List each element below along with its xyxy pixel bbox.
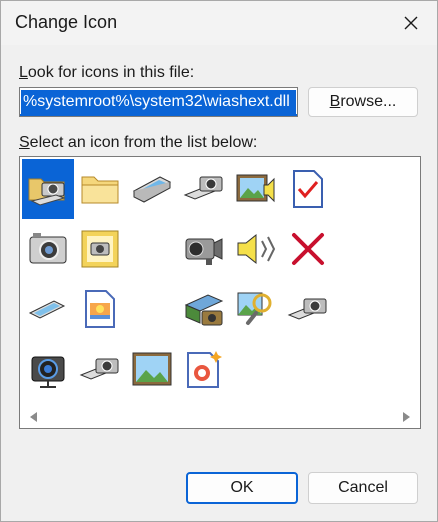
scroll-left-arrow-icon[interactable] [30, 412, 37, 422]
icon-cell[interactable] [74, 219, 126, 279]
close-button[interactable] [393, 7, 429, 39]
picture-speaker-icon [236, 174, 275, 203]
look-for-icons-label: Look for icons in this file: [19, 64, 195, 81]
camcorder-icon [31, 356, 65, 388]
select-icon-label: Select an icon from the list below: [19, 134, 258, 151]
camera-scanner-alt-icon [79, 358, 119, 380]
icon-cell[interactable] [178, 159, 230, 219]
icon-cell[interactable] [230, 219, 282, 279]
icon-cell[interactable] [22, 219, 74, 279]
dialog-title: Change Icon [15, 12, 118, 32]
icon-cell[interactable] [230, 159, 282, 219]
landscape-picture-icon [132, 352, 172, 386]
horizontal-scrollbar[interactable] [20, 406, 420, 428]
scroll-right-arrow-icon[interactable] [403, 412, 410, 422]
icon-cell[interactable] [178, 219, 230, 279]
folder-icon [81, 176, 119, 204]
camera-scanner-small-icon [287, 298, 327, 320]
icon-cell[interactable] [74, 339, 126, 399]
icon-file-path-input[interactable]: %systemroot%\system32\wiashext.dll [19, 87, 298, 117]
photo-search-icon [237, 292, 272, 325]
icon-cell[interactable] [22, 279, 74, 339]
icon-cell[interactable] [74, 159, 126, 219]
ok-button[interactable]: OK [186, 472, 298, 504]
icon-cell[interactable] [178, 339, 230, 399]
icon-grid [22, 159, 334, 399]
speaker-icon [237, 233, 276, 265]
icon-cell[interactable] [22, 339, 74, 399]
icon-cell[interactable] [178, 279, 230, 339]
scanner-icon [132, 176, 172, 203]
scanner-small-icon [28, 300, 66, 319]
path-text: %systemroot%\system32\wiashext.dll [21, 90, 296, 114]
video-camera-icon [185, 238, 223, 265]
photo-document-icon [85, 290, 115, 328]
document-check-icon [293, 170, 323, 208]
icon-cell[interactable] [126, 159, 178, 219]
icon-cell[interactable] [282, 279, 334, 339]
camera-scanner-icon [183, 176, 223, 200]
icon-cell[interactable] [230, 279, 282, 339]
cancel-button[interactable]: Cancel [308, 472, 418, 504]
icon-cell[interactable] [22, 159, 74, 219]
digital-camera-icon [29, 233, 67, 264]
red-x-icon [292, 233, 324, 265]
camera-folder-icon [28, 178, 66, 206]
camera-document-icon [81, 230, 119, 268]
close-icon [404, 16, 418, 30]
title-bar: Change Icon [1, 1, 437, 45]
scanner-camera-icon [184, 294, 224, 326]
icon-cell[interactable] [74, 279, 126, 339]
browse-button[interactable]: Browse... [308, 87, 418, 117]
icon-list[interactable] [19, 156, 421, 429]
new-photo-icon [187, 351, 222, 388]
icon-cell[interactable] [126, 339, 178, 399]
input-focus-underline [20, 114, 297, 116]
icon-cell[interactable] [282, 159, 334, 219]
change-icon-dialog: Change Icon Look for icons in this file:… [0, 0, 438, 522]
icon-cell[interactable] [282, 219, 334, 279]
